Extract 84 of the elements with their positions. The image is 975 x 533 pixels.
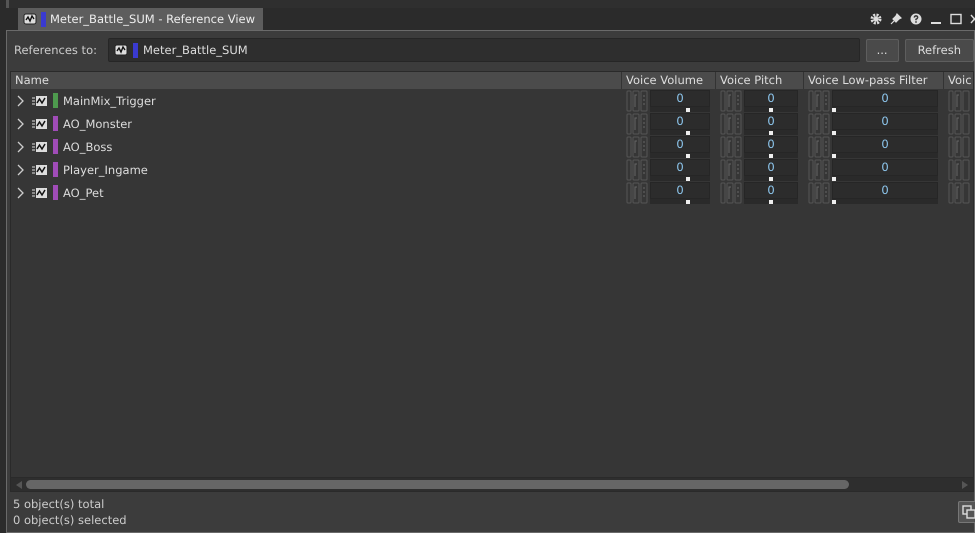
waveform-icon <box>23 12 37 26</box>
value-field[interactable]: 0 <box>650 158 710 176</box>
view-tab[interactable]: Meter_Battle_SUM - Reference View <box>18 8 263 30</box>
property-toggles-drawing[interactable] <box>720 136 742 158</box>
help-icon[interactable] <box>910 13 922 25</box>
property-toggles-drawing[interactable] <box>626 90 648 112</box>
references-label: References to: <box>14 43 98 57</box>
value-slider[interactable] <box>650 106 710 112</box>
value-slider[interactable] <box>650 152 710 158</box>
value-field[interactable]: 0 <box>650 90 710 106</box>
value-field[interactable]: 0 <box>744 90 798 106</box>
status-text: 0 object(s) selected <box>13 513 127 527</box>
column-header[interactable]: Voic <box>948 73 972 87</box>
value-slider[interactable] <box>832 106 938 112</box>
property-toggles-drawing[interactable] <box>626 136 648 158</box>
column-header[interactable]: Voice Pitch <box>720 73 782 87</box>
property-toggles-drawing[interactable] <box>808 136 830 158</box>
waveform-icon <box>32 94 48 106</box>
value-field[interactable]: 0 <box>744 136 798 152</box>
value-slider[interactable] <box>832 176 938 180</box>
copy-button[interactable] <box>958 501 975 523</box>
property-toggles-drawing[interactable] <box>808 182 830 204</box>
property-toggles-drawing[interactable] <box>626 158 648 180</box>
waveform-icon <box>114 43 128 57</box>
value-field[interactable]: 0 <box>650 182 710 198</box>
expand-chevron-icon[interactable] <box>17 118 25 130</box>
waveform-icon <box>32 164 48 176</box>
property-toggles-drawing[interactable] <box>948 182 970 204</box>
property-toggles-drawing[interactable] <box>948 158 970 180</box>
value-field[interactable]: 0 <box>832 182 938 198</box>
value-field[interactable]: 0 <box>744 182 798 198</box>
maximize-icon[interactable] <box>950 13 962 25</box>
value-slider[interactable] <box>744 106 798 112</box>
property-toggles-drawing[interactable] <box>720 112 742 134</box>
expand-chevron-icon[interactable] <box>17 164 25 176</box>
value-field[interactable]: 0 <box>832 158 938 176</box>
property-toggles-drawing[interactable] <box>720 90 742 112</box>
column-header[interactable]: Voice Low-pass Filter <box>808 73 928 87</box>
value-field[interactable]: 0 <box>650 136 710 152</box>
expand-chevron-icon[interactable] <box>17 186 25 198</box>
property-toggles-drawing[interactable] <box>720 158 742 180</box>
browse-button[interactable]: ... <box>866 38 899 62</box>
object-name[interactable]: AO_Monster <box>63 116 132 130</box>
property-toggles-drawing[interactable] <box>626 182 648 204</box>
value-slider[interactable] <box>744 152 798 158</box>
expand-chevron-icon[interactable] <box>17 140 25 152</box>
value-slider[interactable] <box>744 198 798 204</box>
value-slider[interactable] <box>744 130 798 134</box>
settings-icon[interactable] <box>870 13 882 25</box>
column-header[interactable]: Voice Volume <box>626 73 704 87</box>
refresh-button[interactable]: Refresh <box>904 38 974 62</box>
object-name[interactable]: AO_Pet <box>63 186 104 200</box>
value-field[interactable]: 0 <box>832 90 938 106</box>
property-toggles-drawing[interactable] <box>808 158 830 180</box>
expand-chevron-icon[interactable] <box>17 94 25 106</box>
value-slider[interactable] <box>832 152 938 158</box>
waveform-icon <box>32 118 48 130</box>
property-toggles-drawing[interactable] <box>808 112 830 134</box>
property-toggles-drawing[interactable] <box>808 90 830 112</box>
status-text: 5 object(s) total <box>13 497 106 511</box>
value-field[interactable]: 0 <box>744 158 798 176</box>
property-toggles-drawing[interactable] <box>948 90 970 112</box>
value-field[interactable]: 0 <box>832 112 938 130</box>
property-toggles-drawing[interactable] <box>626 112 648 134</box>
object-name[interactable]: AO_Boss <box>63 140 112 154</box>
value-slider[interactable] <box>650 176 710 180</box>
waveform-icon <box>32 186 48 198</box>
value-field[interactable]: 0 <box>832 136 938 152</box>
reference-field[interactable]: Meter_Battle_SUM <box>108 38 860 62</box>
value-field[interactable]: 0 <box>744 112 798 130</box>
property-toggles-drawing[interactable] <box>948 112 970 134</box>
column-header[interactable]: Name <box>15 73 49 87</box>
property-toggles-drawing[interactable] <box>720 182 742 204</box>
value-slider[interactable] <box>650 198 710 204</box>
value-field[interactable]: 0 <box>650 112 710 130</box>
waveform-icon <box>32 140 48 152</box>
object-name[interactable]: MainMix_Trigger <box>63 94 156 108</box>
value-slider[interactable] <box>744 176 798 180</box>
property-toggles-drawing[interactable] <box>948 136 970 158</box>
value-slider[interactable] <box>650 130 710 134</box>
pin-icon[interactable] <box>890 13 902 25</box>
object-name[interactable]: Player_Ingame <box>63 162 148 176</box>
value-slider[interactable] <box>832 198 938 204</box>
value-slider[interactable] <box>832 130 938 134</box>
